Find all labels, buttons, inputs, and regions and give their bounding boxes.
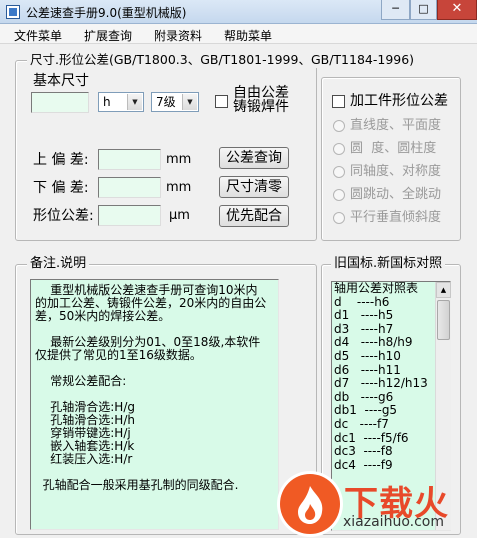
list-item[interactable]: d3 ----h7 [332, 322, 450, 337]
menu-help[interactable]: 帮助菜单 [224, 27, 272, 44]
upper-deviation-label: 上 偏 差: [33, 152, 89, 168]
cast-forge-weld-label: 铸锻焊件 [233, 99, 289, 115]
notes-line: 重型机械版公差速查手册可查询10米内的加工公差、铸锻件公差，20米内的自由公差，… [35, 283, 267, 323]
radio-runout-label: 圆跳动、全跳动 [350, 187, 442, 202]
form-tolerance-label: 形位公差: [33, 208, 94, 224]
basic-size-input[interactable] [31, 92, 89, 113]
watermark-logo-icon [280, 474, 340, 534]
radio-straightness-label: 直线度、平面度 [350, 118, 442, 133]
free-tolerance-label: 自由公差 [233, 85, 289, 101]
list-item[interactable]: d6 ----h11 [332, 363, 450, 378]
free-tolerance-checkbox[interactable] [215, 95, 228, 108]
notes-group-title: 备注.说明 [27, 256, 90, 272]
list-item[interactable]: db1 ----g5 [332, 404, 450, 418]
machined-part-checkbox[interactable] [332, 95, 345, 108]
list-item[interactable]: 轴用公差对照表 [332, 282, 450, 296]
clear-size-button[interactable]: 尺寸清零 [219, 176, 289, 198]
close-button[interactable]: ✕ [437, 0, 477, 20]
watermark-url: xiazaihuo.com [343, 514, 444, 530]
lower-deviation-label: 下 偏 差: [33, 180, 89, 196]
scroll-thumb[interactable] [437, 300, 450, 340]
basic-size-label: 基本尺寸 [33, 73, 89, 89]
form-tolerance-field[interactable] [98, 205, 161, 226]
lower-deviation-unit: mm [166, 180, 192, 195]
grade-value: 7级 [156, 95, 176, 109]
app-icon [6, 5, 20, 19]
list-item[interactable]: dc4 ----f9 [332, 458, 450, 473]
tolerance-query-button[interactable]: 公差查询 [219, 147, 289, 169]
form-tolerance-unit: μm [169, 208, 190, 223]
fit-letter-value: h [103, 95, 111, 109]
title-bar: 公差速查手册9.0(重型机械版) ─ □ ✕ [0, 0, 477, 24]
notes-line: 红装压入选:H/r [35, 452, 133, 466]
notes-line: 孔轴配合一般采用基孔制的同级配合. [35, 478, 239, 492]
chevron-down-icon[interactable]: ▼ [182, 94, 197, 110]
radio-roundness[interactable] [333, 143, 345, 155]
list-item[interactable]: d4 ----h8/h9 [332, 336, 450, 350]
scroll-up-arrow-icon[interactable]: ▲ [436, 282, 451, 298]
menu-extended-query[interactable]: 扩展查询 [84, 27, 132, 44]
tolerance-group-title: 尺寸.形位公差(GB/T1800.3、GB/T1801-1999、GB/T118… [27, 52, 418, 68]
list-item[interactable]: d ----h6 [332, 295, 450, 310]
preferred-fit-button[interactable]: 优先配合 [219, 205, 289, 227]
machined-part-label: 加工件形位公差 [350, 93, 448, 109]
list-item[interactable]: db ----g6 [332, 390, 450, 405]
list-item[interactable]: dc ----f7 [332, 417, 450, 432]
upper-deviation-unit: mm [166, 152, 192, 167]
menu-file[interactable]: 文件菜单 [14, 27, 62, 44]
notes-line: 常规公差配合: [35, 374, 127, 388]
list-item[interactable]: d1 ----h5 [332, 309, 450, 323]
menu-bar: 文件菜单 扩展查询 附录资料 帮助菜单 [0, 24, 477, 44]
grade-select[interactable]: 7级 ▼ [151, 92, 199, 112]
radio-coaxiality-label: 同轴度、对称度 [350, 164, 442, 179]
maximize-button[interactable]: □ [410, 0, 437, 20]
chevron-down-icon[interactable]: ▼ [127, 94, 142, 110]
radio-parallelism[interactable] [333, 212, 345, 224]
list-item[interactable]: d5 ----h10 [332, 349, 450, 364]
menu-appendix[interactable]: 附录资料 [154, 27, 202, 44]
fit-letter-select[interactable]: h ▼ [98, 92, 144, 112]
list-item[interactable]: d7 ----h12/h13 [332, 377, 450, 391]
radio-straightness[interactable] [333, 120, 345, 132]
notes-line: 最新公差级别分为01、0至18级,本软件仅提供了常见的1至16级数据。 [35, 335, 261, 362]
standards-group-title: 旧国标.新国标对照 [331, 256, 446, 272]
minimize-button[interactable]: ─ [381, 0, 410, 20]
list-item[interactable]: dc1 ----f5/f6 [332, 431, 450, 446]
lower-deviation-field[interactable] [98, 177, 161, 198]
window-title: 公差速查手册9.0(重型机械版) [26, 6, 187, 20]
upper-deviation-field[interactable] [98, 149, 161, 170]
radio-coaxiality[interactable] [333, 166, 345, 178]
radio-runout[interactable] [333, 189, 345, 201]
radio-parallelism-label: 平行垂直倾斜度 [350, 210, 442, 225]
radio-roundness-label: 圆 度、圆柱度 [350, 141, 437, 156]
list-item[interactable]: dc3 ----f8 [332, 445, 450, 459]
notes-memo[interactable]: 重型机械版公差速查手册可查询10米内的加工公差、铸锻件公差，20米内的自由公差，… [30, 279, 279, 530]
